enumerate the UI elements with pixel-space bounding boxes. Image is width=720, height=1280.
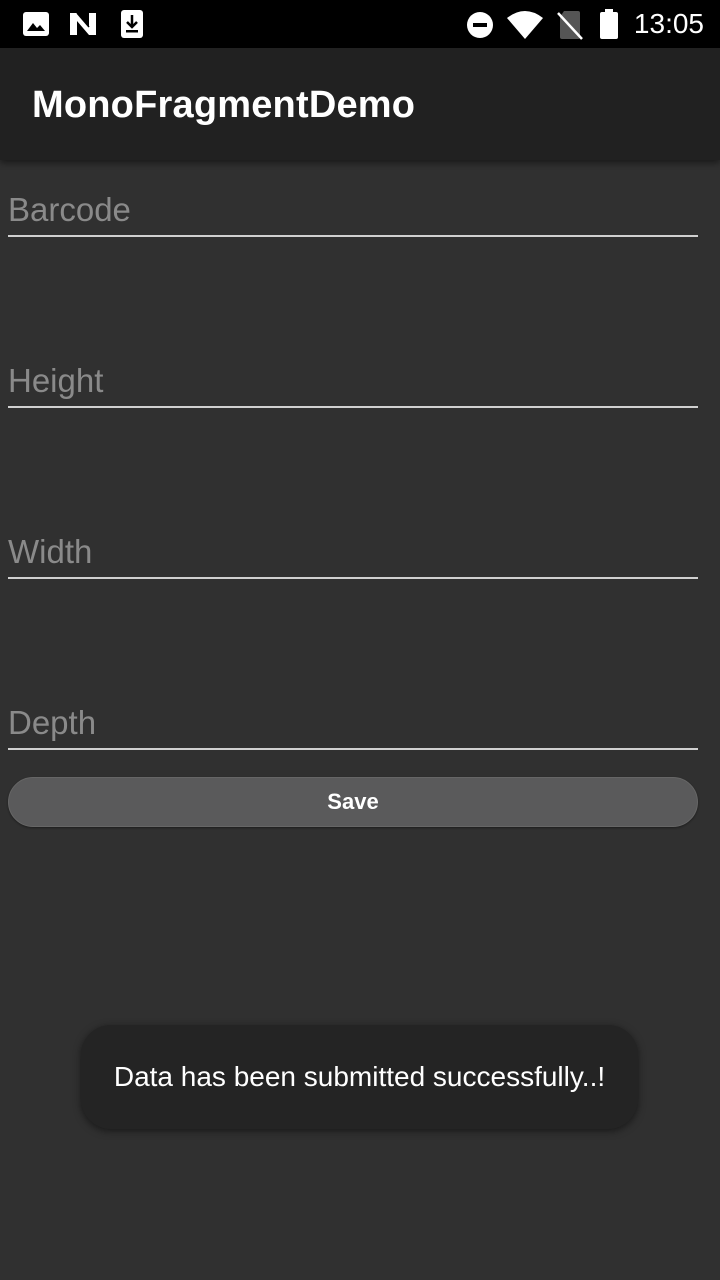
barcode-input[interactable] — [8, 191, 698, 229]
status-bar: 13:05 — [0, 0, 720, 48]
do-not-disturb-icon — [465, 10, 495, 45]
save-button[interactable]: Save — [8, 777, 698, 827]
n-icon — [68, 11, 98, 42]
width-input[interactable] — [8, 533, 698, 571]
depth-field-container — [8, 688, 698, 750]
depth-input[interactable] — [8, 704, 698, 742]
wifi-icon — [506, 10, 544, 45]
toast-message: Data has been submitted successfully..! — [113, 1061, 606, 1092]
image-icon — [22, 11, 50, 42]
height-input[interactable] — [8, 362, 698, 400]
app-title: MonoFragmentDemo — [32, 84, 416, 126]
toast: Data has been submitted successfully..! — [81, 1025, 638, 1129]
barcode-field-container — [8, 175, 698, 237]
battery-icon — [598, 8, 620, 45]
width-field-container — [8, 517, 698, 579]
height-field-container — [8, 346, 698, 408]
status-time: 13:05 — [633, 8, 704, 39]
no-sim-icon — [556, 9, 584, 46]
download-icon — [120, 9, 144, 44]
app-bar: MonoFragmentDemo — [0, 48, 720, 160]
